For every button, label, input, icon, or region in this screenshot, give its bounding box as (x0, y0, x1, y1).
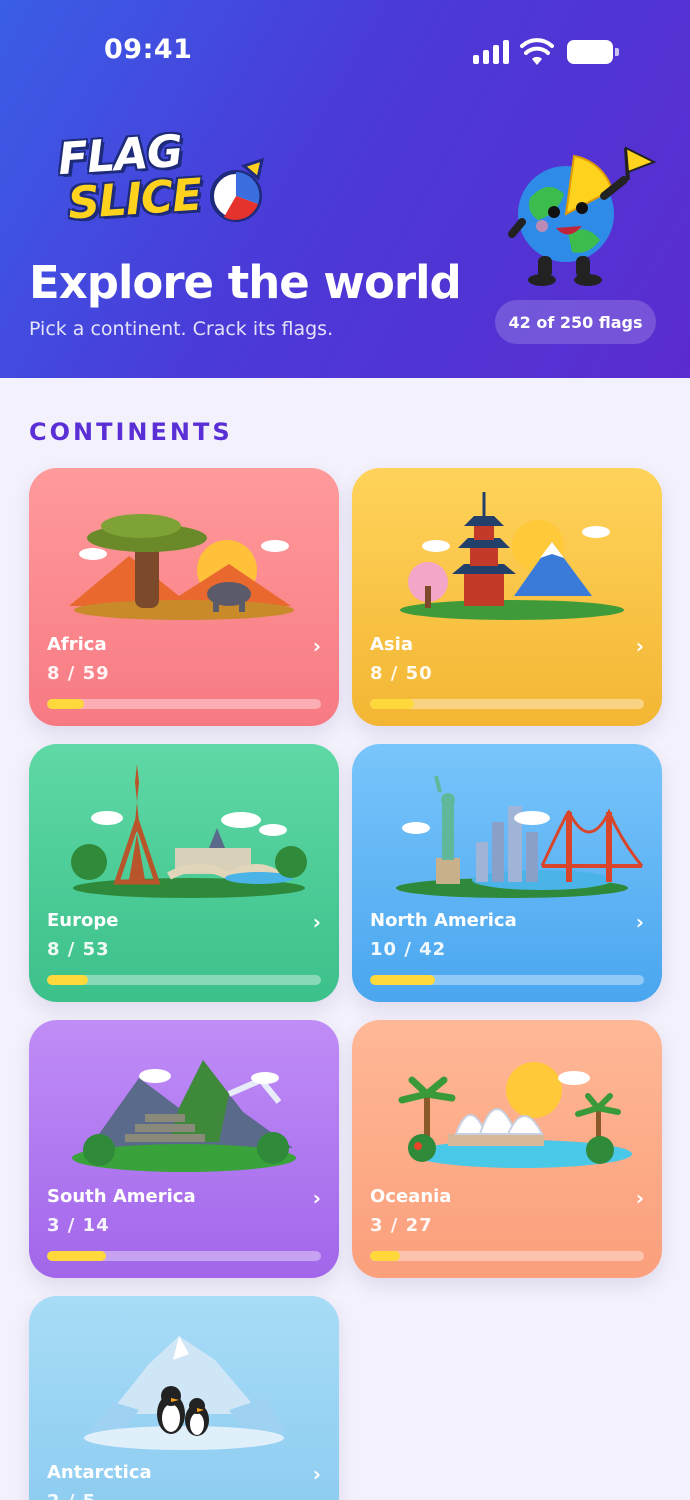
continent-card-europe[interactable]: Europe › 8 / 53 (29, 744, 339, 1002)
continent-name: Europe (47, 910, 119, 931)
progress-bar (47, 699, 321, 709)
asia-illustration (400, 492, 624, 620)
continent-count: 8 / 50 (370, 663, 433, 684)
continent-name: Antarctica (47, 1462, 152, 1483)
chevron-right-icon: › (635, 910, 644, 934)
continent-count: 3 / 14 (47, 1215, 110, 1236)
progress-fill (370, 975, 436, 985)
progress-bar (370, 975, 644, 985)
progress-bar (370, 1251, 644, 1261)
continent-card-africa[interactable]: Africa › 8 / 59 (29, 468, 339, 726)
continent-name: Oceania (370, 1186, 452, 1207)
continent-card-south-america[interactable]: South America › 3 / 14 (29, 1020, 339, 1278)
continent-card-antarctica[interactable]: Antarctica › 2 / 5 (29, 1296, 339, 1500)
chevron-right-icon: › (635, 1186, 644, 1210)
europe-illustration (71, 764, 307, 898)
status-bar: 09:41 (0, 0, 690, 100)
app-logo: FLAG SLICE (50, 126, 280, 238)
progress-bar (47, 1251, 321, 1261)
section-title: CONTINENTS (29, 418, 233, 446)
continent-count: 8 / 53 (47, 939, 110, 960)
page-subtitle: Pick a continent. Crack its flags. (29, 318, 334, 340)
progress-bar (47, 975, 321, 985)
flags-progress-badge: 42 of 250 flags (495, 300, 656, 344)
continent-name: North America (370, 910, 517, 931)
continent-count: 2 / 5 (47, 1491, 96, 1500)
signal-icon (473, 40, 509, 64)
hero-header: 09:41 FLAG SLICE Explore the world Pick … (0, 0, 690, 378)
progress-fill (47, 1251, 106, 1261)
antarctica-illustration (84, 1336, 285, 1450)
continent-card-oceania[interactable]: Oceania › 3 / 27 (352, 1020, 662, 1278)
chevron-right-icon: › (635, 634, 644, 658)
page-title: Explore the world (29, 256, 462, 309)
progress-fill (370, 1251, 401, 1261)
chevron-right-icon: › (312, 910, 321, 934)
chevron-right-icon: › (312, 1462, 321, 1486)
oceania-illustration (398, 1062, 632, 1168)
south-america-illustration (72, 1060, 296, 1172)
pie-flag-icon (210, 157, 265, 222)
progress-bar (370, 699, 644, 709)
africa-illustration (69, 514, 294, 620)
north-america-illustration (396, 775, 644, 898)
globe-mascot (508, 146, 657, 286)
battery-icon (567, 40, 619, 64)
progress-fill (370, 699, 414, 709)
continent-card-asia[interactable]: Asia › 8 / 50 (352, 468, 662, 726)
continent-name: South America (47, 1186, 196, 1207)
continent-count: 3 / 27 (370, 1215, 433, 1236)
status-time: 09:41 (104, 34, 193, 65)
continent-name: Asia (370, 634, 413, 655)
chevron-right-icon: › (312, 634, 321, 658)
continent-count: 8 / 59 (47, 663, 110, 684)
continent-name: Africa (47, 634, 107, 655)
progress-fill (47, 975, 89, 985)
progress-fill (47, 699, 85, 709)
continent-count: 10 / 42 (370, 939, 447, 960)
wifi-icon (520, 38, 554, 65)
chevron-right-icon: › (312, 1186, 321, 1210)
continent-card-north-america[interactable]: North America › 10 / 42 (352, 744, 662, 1002)
